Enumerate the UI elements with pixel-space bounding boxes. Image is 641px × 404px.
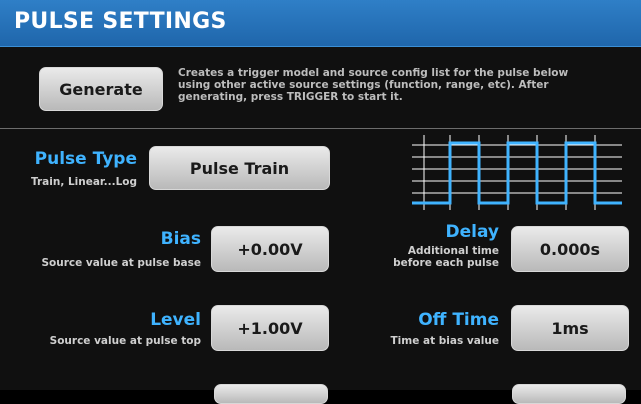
level-label: Level: [150, 310, 201, 330]
pulse-type-label: Pulse Type: [34, 149, 137, 169]
generate-button[interactable]: Generate: [39, 67, 163, 111]
next-row-right-button[interactable]: [512, 384, 626, 404]
delay-button[interactable]: 0.000s: [511, 226, 629, 272]
title-bar: PULSE SETTINGS: [0, 0, 641, 47]
level-sublabel: Source value at pulse top: [49, 335, 201, 347]
bias-button[interactable]: +0.00V: [211, 226, 329, 272]
off-time-sublabel: Time at bias value: [390, 335, 499, 347]
delay-sublabel: Additional time before each pulse: [393, 245, 499, 269]
off-time-label: Off Time: [418, 310, 499, 330]
settings-panel: Generate Creates a trigger model and sou…: [0, 47, 641, 404]
pulse-waveform-graphic: [412, 135, 622, 210]
next-row-left-button[interactable]: [214, 384, 328, 404]
pulse-type-button[interactable]: Pulse Train: [149, 146, 330, 190]
delay-label: Delay: [445, 222, 500, 242]
bias-label: Bias: [160, 229, 201, 249]
generate-description: Creates a trigger model and source confi…: [178, 67, 569, 103]
bias-sublabel: Source value at pulse base: [41, 257, 201, 269]
off-time-button[interactable]: 1ms: [511, 305, 629, 351]
page-title: PULSE SETTINGS: [14, 9, 227, 34]
level-button[interactable]: +1.00V: [211, 305, 329, 351]
divider: [0, 128, 641, 129]
pulse-waveform-trace: [412, 141, 622, 205]
pulse-type-sublabel: Train, Linear...Log: [30, 176, 137, 188]
